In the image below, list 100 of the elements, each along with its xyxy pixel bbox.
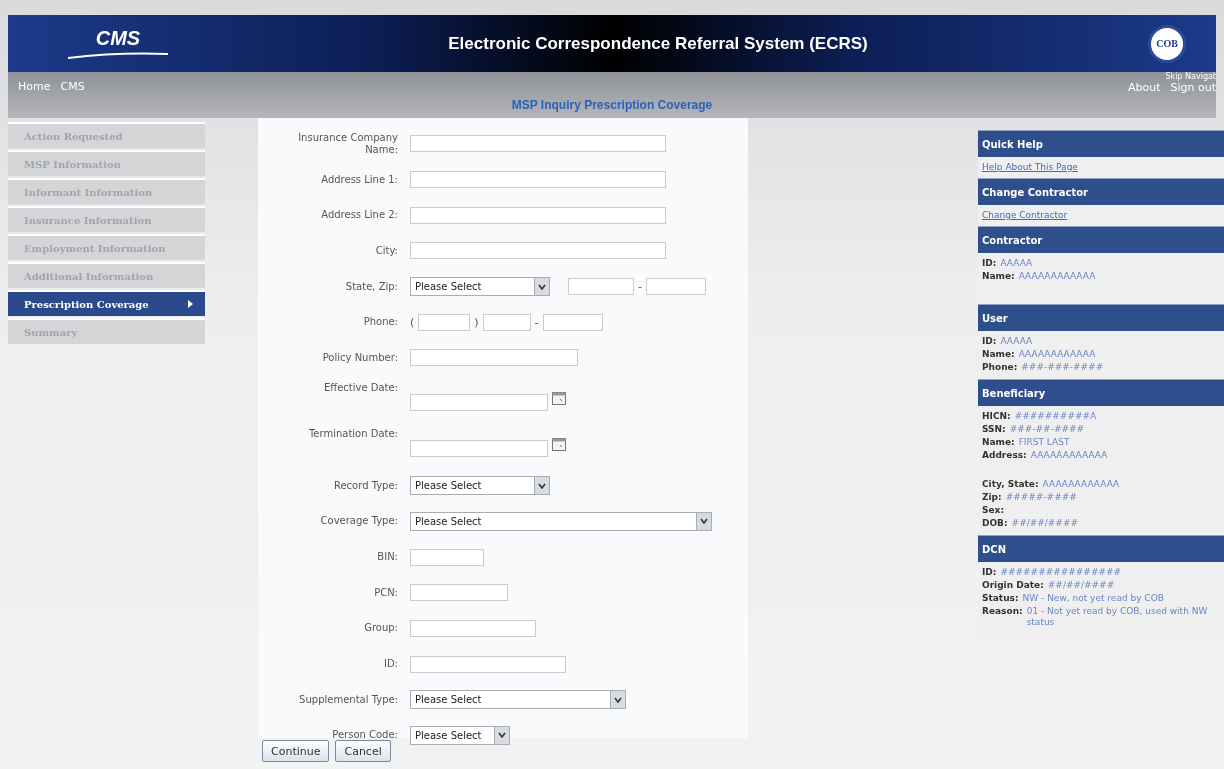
info-value: 01 - Not yet read by COB, used with NW status	[1026, 606, 1209, 628]
arrow-icon	[188, 300, 193, 308]
info-label: Address:	[982, 450, 1027, 461]
info-label: Phone:	[982, 362, 1018, 373]
panel-header: Quick Help	[978, 130, 1224, 157]
caret-icon	[610, 691, 625, 709]
input-field[interactable]	[482, 313, 531, 331]
field-label: PCN:	[373, 586, 399, 599]
input-field[interactable]	[410, 206, 666, 224]
panel-link[interactable]: Help About This Page	[982, 162, 1078, 172]
info-value: ##/##/####	[1011, 518, 1078, 529]
panel-header: Beneficiary	[978, 379, 1224, 406]
caret-icon	[534, 477, 549, 495]
caret-icon	[494, 726, 509, 744]
input-field[interactable]	[418, 313, 471, 331]
dropdown[interactable]: Please Select	[410, 277, 550, 297]
paren-text: (	[410, 315, 415, 329]
panel-header: Contractor	[978, 226, 1224, 253]
nav-link[interactable]: Sign out	[1170, 81, 1216, 94]
dropdown[interactable]: Please Select	[410, 476, 550, 496]
field-label: BIN:	[376, 551, 399, 564]
calendar-icon[interactable]	[552, 391, 566, 405]
field-label: Person Code:	[331, 729, 399, 742]
input-field[interactable]	[410, 584, 508, 602]
info-label: Reason:	[982, 606, 1023, 617]
info-value: #####-####	[1005, 492, 1077, 503]
info-label: Origin Date:	[982, 580, 1044, 591]
field-label: Coverage Type:	[319, 515, 399, 528]
info-label: City, State:	[982, 479, 1039, 490]
info-value: FIRST LAST	[1018, 437, 1070, 448]
input-field[interactable]	[646, 278, 706, 296]
input-field[interactable]	[410, 242, 666, 260]
info-value: ##/##/####	[1047, 580, 1115, 591]
info-label: Zip:	[982, 492, 1002, 503]
info-label: Name:	[982, 271, 1015, 282]
input-field[interactable]	[568, 278, 634, 296]
field-label: Address Line 2:	[320, 209, 399, 222]
input-field[interactable]	[410, 439, 548, 457]
logo-drawing: CMS	[68, 27, 168, 60]
panel-header: User	[978, 304, 1224, 331]
field-label: City:	[374, 244, 399, 257]
info-label: Sex:	[982, 505, 1004, 516]
calendar-icon[interactable]	[552, 437, 566, 451]
input-field[interactable]	[410, 349, 578, 367]
info-label: ID:	[982, 336, 997, 347]
skip-link[interactable]: Skip Navigat	[1165, 72, 1216, 81]
sidebar-item[interactable]: Prescription Coverage	[8, 290, 205, 316]
nav-link[interactable]: Home	[18, 80, 51, 93]
separator-text: -	[534, 315, 539, 329]
field-label: Group:	[363, 622, 399, 635]
nav-link[interactable]: CMS	[60, 80, 85, 93]
field-label: Termination Date:	[307, 427, 399, 440]
info-value: NW - New, not yet read by COB	[1022, 593, 1164, 604]
caret-icon	[534, 278, 549, 296]
field-label: Supplemental Type:	[298, 693, 399, 706]
continue-button[interactable]: Continue	[262, 740, 330, 762]
info-label: HICN:	[982, 411, 1011, 422]
page-title: MSP Inquiry Prescription Coverage	[511, 98, 713, 112]
field-label: Insurance Company Name:	[297, 131, 399, 156]
panel-link[interactable]: Change Contractor	[982, 210, 1068, 220]
info-value: ###-##-####	[1009, 424, 1085, 435]
info-label: Status:	[982, 593, 1019, 604]
info-label: Name:	[982, 437, 1015, 448]
panel-header: DCN	[978, 535, 1224, 562]
input-field[interactable]	[410, 548, 484, 566]
input-field[interactable]	[410, 171, 666, 189]
input-field[interactable]	[410, 135, 666, 153]
input-field[interactable]	[410, 619, 536, 637]
caret-icon	[696, 512, 711, 530]
info-value: AAAAAAAAAAAA	[1042, 479, 1120, 490]
info-value: AAAAAAAAAAAA	[1030, 450, 1108, 461]
badge-logo: COB	[1148, 24, 1186, 63]
input-field[interactable]	[410, 655, 566, 673]
field-label: Address Line 1:	[320, 173, 399, 186]
info-label: Name:	[982, 349, 1015, 360]
info-value: AAAAAAAAAAAA	[1018, 349, 1096, 360]
info-value: AAAAA	[1000, 258, 1033, 269]
cancel-button[interactable]: Cancel	[335, 740, 391, 762]
info-label: ID:	[982, 258, 997, 269]
panel-header: Change Contractor	[978, 178, 1224, 205]
info-label: ID:	[982, 567, 997, 578]
info-label: SSN:	[982, 424, 1006, 435]
info-value: ###-###-####	[1021, 362, 1104, 373]
dropdown[interactable]: Please Select	[410, 511, 712, 531]
field-label: Policy Number:	[321, 351, 399, 364]
nav-link[interactable]: About	[1127, 81, 1161, 94]
input-field[interactable]	[410, 393, 548, 411]
info-value: AAAAA	[1000, 336, 1033, 347]
info-label: DOB:	[982, 518, 1008, 529]
field-label: Record Type:	[332, 479, 399, 492]
field-label: ID:	[382, 658, 399, 671]
dropdown[interactable]: Please Select	[410, 725, 510, 745]
paren-text: )	[474, 315, 479, 329]
info-value: AAAAAAAAAAAA	[1018, 271, 1096, 282]
input-field[interactable]	[542, 313, 603, 331]
field-label: Effective Date:	[322, 381, 399, 394]
dropdown[interactable]: Please Select	[410, 690, 626, 710]
info-value: ##########A	[1014, 411, 1097, 422]
app-title: Electronic Correspondence Referral System (ECRS)	[448, 33, 868, 54]
field-label: State, Zip:	[344, 280, 399, 293]
